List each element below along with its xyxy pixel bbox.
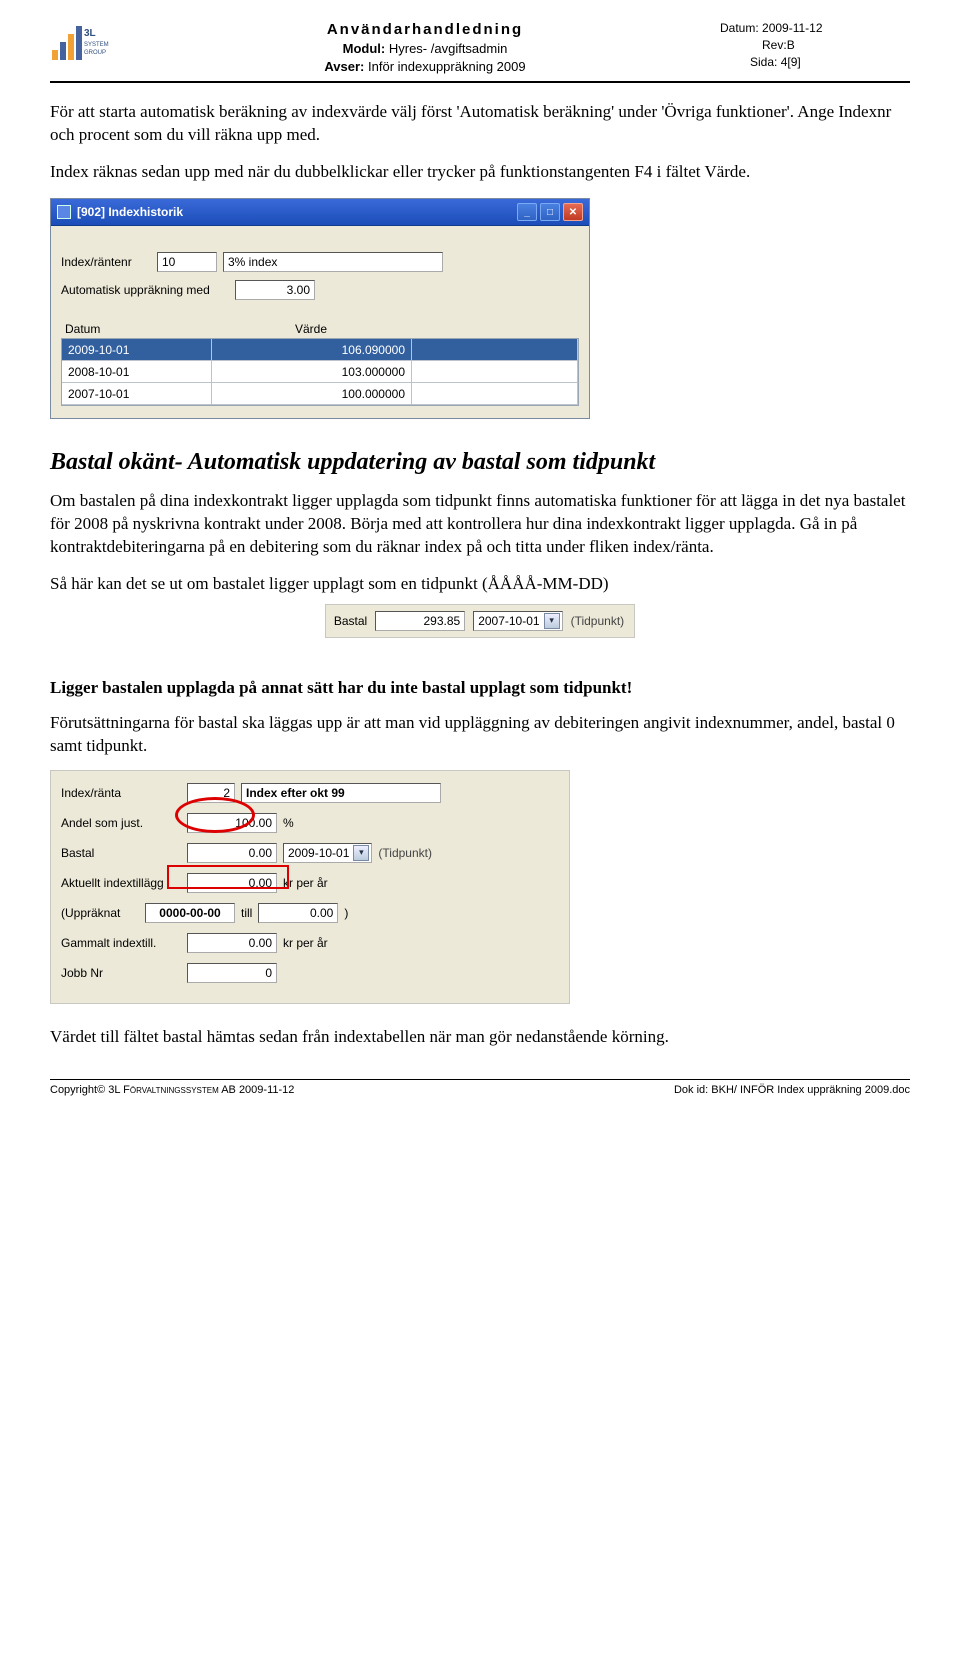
uppraknat-end: ) (344, 906, 348, 920)
aktuellt-unit: kr per år (283, 876, 328, 890)
window-icon (57, 205, 71, 219)
cell-empty (412, 339, 578, 361)
rev-label: Rev: (762, 38, 787, 52)
page-label: Sida: (750, 55, 777, 69)
footer-copyright: Copyright (50, 1084, 97, 1096)
paragraph-1: För att starta automatisk beräkning av i… (50, 101, 910, 147)
gammalt-input[interactable]: 0.00 (187, 933, 277, 953)
svg-text:3L: 3L (84, 28, 96, 39)
page-footer: Copyright© 3L Förvaltningssystem AB 2009… (50, 1079, 910, 1096)
footer-company: 3L Förvaltningssystem AB 2009-11-12 (108, 1084, 294, 1096)
autoup-label: Automatisk uppräkning med (61, 283, 229, 297)
page-value: 4[9] (781, 55, 801, 69)
history-table: 2009-10-01 106.090000 2008-10-01 103.000… (61, 338, 579, 406)
table-row[interactable]: 2008-10-01 103.000000 (62, 361, 578, 383)
gammalt-unit: kr per år (283, 936, 328, 950)
bastal-value-input[interactable]: 293.85 (375, 611, 465, 631)
bastal-date-value: 2007-10-01 (478, 614, 539, 628)
uppraknat-mid: till (241, 906, 252, 920)
module-label: Modul: (343, 41, 386, 56)
paragraph-4: Så här kan det se ut om bastalet ligger … (50, 573, 910, 596)
bastal-label: Bastal (334, 614, 367, 628)
col-value-label: Värde (211, 322, 411, 336)
table-row[interactable]: 2007-10-01 100.000000 (62, 383, 578, 405)
bastal-label2: Bastal (61, 846, 181, 860)
chevron-down-icon[interactable]: ▾ (353, 845, 369, 861)
index-form: Index/ränta 2 Index efter okt 99 Andel s… (50, 770, 570, 1004)
autoup-input[interactable]: 3.00 (235, 280, 315, 300)
bastal-input[interactable]: 0.00 (187, 843, 277, 863)
index-nr-input[interactable]: 10 (157, 252, 217, 272)
uppraknat-from[interactable]: 0000-00-00 (145, 903, 235, 923)
andel-unit: % (283, 816, 294, 830)
indexhistorik-window: [902] Indexhistorik _ □ ✕ Index/räntenr … (50, 198, 590, 419)
window-titlebar[interactable]: [902] Indexhistorik _ □ ✕ (51, 199, 589, 226)
bastal-suffix2: (Tidpunkt) (378, 846, 432, 860)
andel-label: Andel som just. (61, 816, 181, 830)
uppraknat-val[interactable]: 0.00 (258, 903, 338, 923)
cell-value: 100.000000 (212, 383, 412, 405)
logo: 3L SYSTEM GROUP (50, 22, 110, 62)
chevron-down-icon[interactable]: ▾ (544, 613, 560, 629)
cell-value: 103.000000 (212, 361, 412, 383)
table-row[interactable]: 2009-10-01 106.090000 (62, 339, 578, 361)
section-heading: Bastal okänt- Automatisk uppdatering av … (50, 449, 910, 476)
cell-date: 2008-10-01 (62, 361, 212, 383)
date-label: Datum: (720, 21, 759, 35)
cell-date: 2007-10-01 (62, 383, 212, 405)
rev-value: B (787, 38, 795, 52)
window-title: [902] Indexhistorik (77, 205, 183, 219)
indexranta-input[interactable]: 2 (187, 783, 235, 803)
indexranta-desc[interactable]: Index efter okt 99 (241, 783, 441, 803)
page-header: 3L SYSTEM GROUP Användarhandledning Modu… (50, 20, 910, 83)
svg-text:GROUP: GROUP (84, 50, 106, 56)
jobbnr-input[interactable]: 0 (187, 963, 277, 983)
module-value: Hyres- /avgiftsadmin (389, 41, 507, 56)
col-date-label: Datum (61, 322, 211, 336)
header-center: Användarhandledning Modul: Hyres- /avgif… (130, 20, 720, 75)
maximize-icon[interactable]: □ (540, 203, 560, 221)
paragraph-5: Förutsättningarna för bastal ska läggas … (50, 712, 910, 758)
document-title: Användarhandledning (130, 20, 720, 40)
bold-warning: Ligger bastalen upplagda på annat sätt h… (50, 678, 910, 698)
indexranta-label: Index/ränta (61, 786, 181, 800)
cell-empty (412, 361, 578, 383)
index-nr-label: Index/räntenr (61, 255, 151, 269)
cell-date: 2009-10-01 (62, 339, 212, 361)
paragraph-2: Index räknas sedan upp med när du dubbel… (50, 161, 910, 184)
aktuellt-input[interactable]: 0.00 (187, 873, 277, 893)
index-desc-input[interactable]: 3% index (223, 252, 443, 272)
andel-input[interactable]: 100.00 (187, 813, 277, 833)
bastal-date2: 2009-10-01 (288, 846, 349, 860)
footer-docid: Dok id: BKH/ INFÖR Index uppräkning 2009… (674, 1084, 910, 1096)
cell-empty (412, 383, 578, 405)
bastal-date-dropdown[interactable]: 2007-10-01 ▾ (473, 611, 562, 631)
header-right: Datum: 2009-11-12 Rev:B Sida: 4[9] (720, 20, 910, 70)
gammalt-label: Gammalt indextill. (61, 936, 181, 950)
minimize-icon[interactable]: _ (517, 203, 537, 221)
uppraknat-label: (Uppräknat (61, 906, 139, 920)
aktuellt-label: Aktuellt indextillägg (61, 876, 181, 890)
bastal-mini-form: Bastal 293.85 2007-10-01 ▾ (Tidpunkt) (325, 604, 635, 638)
paragraph-3: Om bastalen på dina indexkontrakt ligger… (50, 490, 910, 559)
date-value: 2009-11-12 (762, 21, 823, 35)
subject-value: Inför indexuppräkning 2009 (368, 59, 526, 74)
bastal-date-dropdown2[interactable]: 2009-10-01 ▾ (283, 843, 372, 863)
close-icon[interactable]: ✕ (563, 203, 583, 221)
jobbnr-label: Jobb Nr (61, 966, 181, 980)
svg-text:SYSTEM: SYSTEM (84, 42, 109, 48)
bastal-suffix: (Tidpunkt) (571, 614, 625, 628)
paragraph-6: Värdet till fältet bastal hämtas sedan f… (50, 1026, 910, 1049)
subject-label: Avser: (324, 59, 364, 74)
cell-value: 106.090000 (212, 339, 412, 361)
